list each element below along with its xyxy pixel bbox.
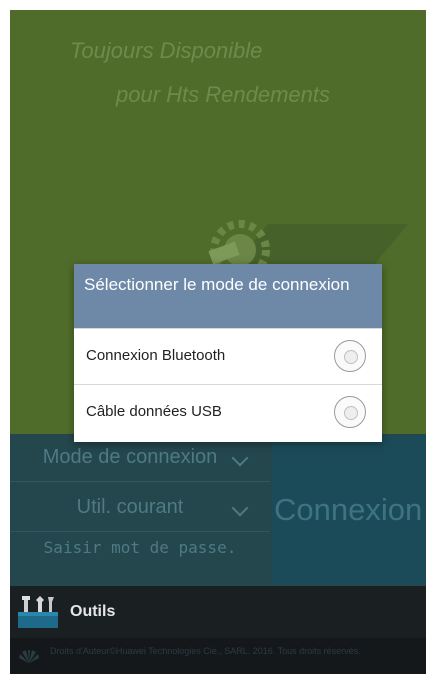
- radio-button[interactable]: [334, 396, 366, 428]
- radio-button[interactable]: [334, 340, 366, 372]
- dialog-title: Sélectionner le mode de connexion: [74, 264, 382, 328]
- tagline-line-1: Toujours Disponible: [70, 38, 263, 63]
- copyright-text: Droits d'Auteur©Huawei Technologies Cie.…: [50, 646, 361, 656]
- connection-mode-label: Mode de connexion: [42, 446, 218, 468]
- option-label: Câble données USB: [86, 403, 222, 420]
- option-label: Connexion Bluetooth: [86, 347, 226, 364]
- copyright-bar: Droits d'Auteur©Huawei Technologies Cie.…: [10, 638, 426, 674]
- option-bluetooth[interactable]: Connexion Bluetooth: [74, 328, 382, 384]
- connection-panel: Mode de connexion Util. courant Saisir m…: [10, 434, 426, 586]
- connection-mode-dialog: Sélectionner le mode de connexion Connex…: [74, 264, 382, 442]
- user-dropdown[interactable]: Util. courant: [10, 484, 270, 532]
- connect-button[interactable]: Connexion: [272, 436, 426, 584]
- app-window: Toujours Disponible pour Hts Rendements …: [10, 10, 426, 674]
- tools-bar[interactable]: Outils: [10, 586, 426, 638]
- user-label: Util. courant: [76, 496, 184, 518]
- gear-logo-icon: [208, 220, 270, 270]
- huawei-logo-icon: [19, 650, 39, 663]
- tools-label: Outils: [70, 603, 116, 620]
- password-field[interactable]: Saisir mot de passe.: [10, 534, 270, 584]
- option-usb-cable[interactable]: Câble données USB: [74, 384, 382, 440]
- tagline-line-2: pour Hts Rendements: [116, 82, 330, 107]
- toolbox-icon: [18, 596, 58, 628]
